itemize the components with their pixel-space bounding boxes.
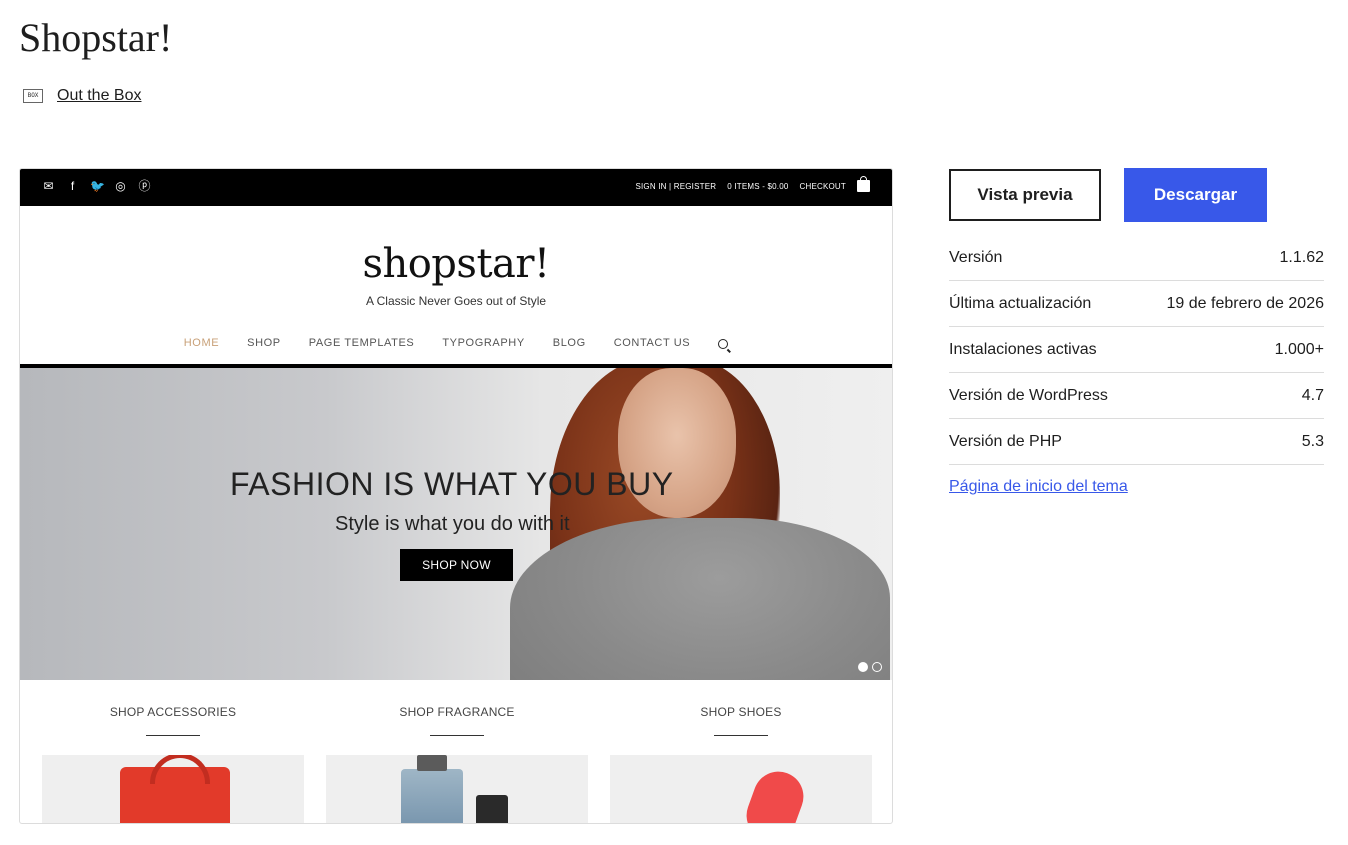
theme-meta-table: Versión 1.1.62 Última actualización 19 d…	[949, 235, 1324, 465]
category-image	[42, 755, 304, 823]
shopping-bag-icon	[857, 176, 870, 192]
sign-in-register: SIGN IN | REGISTER	[635, 181, 717, 191]
facebook-icon: f	[70, 179, 75, 193]
meta-row-wordpress-version: Versión de WordPress 4.7	[949, 373, 1324, 419]
meta-value: 4.7	[1301, 386, 1324, 404]
category-accessories: SHOP ACCESSORIES	[42, 705, 304, 823]
topbar-account: SIGN IN | REGISTER 0 ITEMS - $0.00 CHECK…	[635, 176, 870, 192]
twitter-icon: 🐦	[90, 179, 105, 193]
theme-topbar: ✉ f 🐦 ◎ ⓟ SIGN IN | REGISTER 0 ITEMS - $…	[20, 169, 892, 206]
theme-tagline: A Classic Never Goes out of Style	[365, 294, 547, 308]
author: BOX Out the Box	[23, 87, 142, 105]
checkout-label: CHECKOUT	[799, 181, 846, 191]
nav-home: HOME	[183, 337, 220, 349]
hero-subheadline: Style is what you do with it	[335, 513, 570, 535]
meta-row-active-installs: Instalaciones activas 1.000+	[949, 327, 1324, 373]
author-logo: BOX	[23, 89, 43, 103]
shoe-image	[739, 764, 811, 823]
envelope-icon: ✉	[43, 179, 54, 193]
category-label: SHOP ACCESSORIES	[109, 705, 237, 719]
nav-page-templates: PAGE TEMPLATES	[308, 337, 415, 349]
meta-label: Versión de PHP	[949, 432, 1062, 450]
category-shoes: SHOP SHOES	[610, 705, 872, 823]
hero-headline: FASHION IS WHAT YOU BUY	[230, 466, 674, 502]
handbag-image	[120, 755, 230, 823]
theme-homepage-link[interactable]: Página de inicio del tema	[949, 478, 1128, 496]
category-divider	[430, 735, 484, 736]
perfume-bottle-image	[476, 795, 508, 823]
meta-label: Última actualización	[949, 294, 1092, 312]
category-label: SHOP SHOES	[700, 705, 782, 719]
category-label: SHOP FRAGRANCE	[399, 705, 515, 719]
nav-typography: TYPOGRAPHY	[442, 337, 525, 349]
meta-value: 1.1.62	[1279, 248, 1324, 266]
meta-label: Versión	[949, 248, 1003, 266]
theme-brand: shopstar!	[362, 241, 550, 287]
theme-hero-banner: FASHION IS WHAT YOU BUY Style is what yo…	[20, 364, 892, 680]
meta-row-last-updated: Última actualización 19 de febrero de 20…	[949, 281, 1324, 327]
pinterest-icon: ⓟ	[138, 179, 151, 193]
hero-shop-now-button: SHOP NOW	[400, 549, 513, 581]
meta-row-version: Versión 1.1.62	[949, 235, 1324, 281]
category-image	[610, 755, 872, 823]
nav-shop: SHOP	[247, 337, 281, 349]
category-image	[326, 755, 588, 823]
category-divider	[714, 735, 768, 736]
hero-model-shirt	[510, 518, 890, 680]
page-title: Shopstar!	[19, 15, 173, 60]
meta-value: 5.3	[1301, 432, 1324, 450]
meta-value: 1.000+	[1274, 340, 1324, 358]
theme-nav: HOME SHOP PAGE TEMPLATES TYPOGRAPHY BLOG…	[20, 337, 892, 349]
nav-blog: BLOG	[552, 337, 586, 349]
instagram-icon: ◎	[115, 179, 126, 193]
preview-button[interactable]: Vista previa	[949, 169, 1101, 221]
meta-value: 19 de febrero de 2026	[1166, 294, 1324, 312]
slider-dots	[858, 662, 882, 672]
category-divider	[146, 735, 200, 736]
nav-contact-us: CONTACT US	[613, 337, 691, 349]
cart-summary: 0 ITEMS - $0.00	[727, 181, 789, 191]
perfume-bottle-image	[401, 755, 463, 823]
search-icon	[718, 339, 729, 349]
meta-label: Instalaciones activas	[949, 340, 1097, 358]
meta-label: Versión de WordPress	[949, 386, 1108, 404]
meta-row-php-version: Versión de PHP 5.3	[949, 419, 1324, 465]
social-icons: ✉ f 🐦 ◎ ⓟ	[42, 180, 151, 193]
category-fragrance: SHOP FRAGRANCE	[326, 705, 588, 823]
author-link[interactable]: Out the Box	[57, 87, 142, 105]
slider-dot-active	[858, 662, 868, 672]
download-button[interactable]: Descargar	[1124, 168, 1267, 222]
theme-screenshot: ✉ f 🐦 ◎ ⓟ SIGN IN | REGISTER 0 ITEMS - $…	[19, 168, 893, 824]
slider-dot	[872, 662, 882, 672]
theme-categories: SHOP ACCESSORIES SHOP FRAGRANCE SHOP SHO…	[42, 705, 872, 823]
